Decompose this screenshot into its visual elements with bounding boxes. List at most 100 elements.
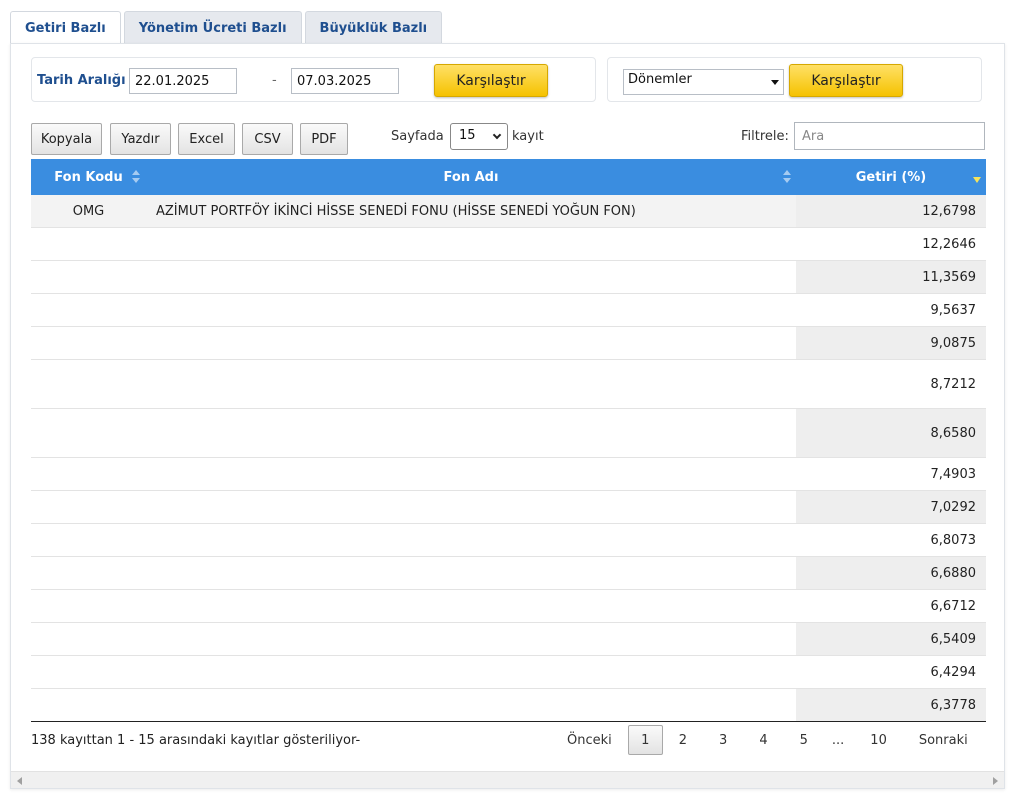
fund-code-cell bbox=[31, 409, 146, 457]
table-row[interactable]: 12,2646 bbox=[31, 228, 986, 261]
table-header: Fon Kodu Fon Adı Getiri (%) bbox=[31, 159, 986, 195]
fund-code-cell bbox=[31, 491, 146, 523]
date-range-box: Tarih Aralığı - Karşılaştır bbox=[31, 57, 596, 102]
page-size-suffix: kayıt bbox=[512, 129, 544, 144]
column-header-return[interactable]: Getiri (%) bbox=[796, 159, 986, 195]
fund-name-cell bbox=[156, 228, 796, 260]
fund-code-cell bbox=[31, 623, 146, 655]
tab-yonetim-ucreti-bazli[interactable]: Yönetim Ücreti Bazlı bbox=[123, 11, 302, 44]
fund-name-cell: AZİMUT PORTFÖY İKİNCİ HİSSE SENEDİ FONU … bbox=[156, 203, 636, 219]
return-cell: 8,6580 bbox=[796, 409, 986, 457]
fund-code-cell bbox=[31, 524, 146, 556]
fund-code-cell: OMG bbox=[72, 203, 105, 219]
page-4-button[interactable]: 4 bbox=[753, 733, 773, 748]
compare-period-button[interactable]: Karşılaştır bbox=[789, 64, 903, 97]
fund-code-cell bbox=[31, 360, 146, 408]
main-panel: Tarih Aralığı - Karşılaştır Dönemler Kar… bbox=[10, 43, 1005, 789]
fund-code-cell bbox=[31, 458, 146, 490]
page-1-button[interactable]: 1 bbox=[627, 725, 663, 755]
end-date-input[interactable] bbox=[291, 68, 399, 94]
table-row[interactable]: 6,5409 bbox=[31, 623, 986, 656]
return-cell: 8,7212 bbox=[930, 376, 977, 392]
table-row[interactable]: 11,3569 bbox=[31, 261, 986, 294]
table-row[interactable]: 7,0292 bbox=[31, 491, 986, 524]
excel-button[interactable]: Excel bbox=[178, 123, 235, 155]
pdf-button[interactable]: PDF bbox=[300, 123, 348, 155]
fund-name-cell bbox=[156, 409, 796, 457]
table-row[interactable]: OMG AZİMUT PORTFÖY İKİNCİ HİSSE SENEDİ F… bbox=[31, 195, 986, 228]
column-header-code[interactable]: Fon Kodu bbox=[31, 159, 146, 195]
table-info: 138 kayıttan 1 - 15 arasındaki kayıtlar … bbox=[31, 733, 361, 748]
page-10-button[interactable]: 10 bbox=[864, 733, 893, 748]
sort-icon bbox=[132, 170, 140, 184]
table-row[interactable]: 6,6880 bbox=[31, 557, 986, 590]
page-size-select[interactable]: 15 bbox=[450, 123, 508, 150]
return-cell: 12,6798 bbox=[796, 195, 986, 227]
compare-date-button[interactable]: Karşılaştır bbox=[434, 64, 548, 97]
period-select[interactable]: Dönemler bbox=[623, 69, 784, 95]
return-cell: 9,0875 bbox=[796, 327, 986, 359]
table-row[interactable]: 9,0875 bbox=[31, 327, 986, 360]
chevron-down-icon bbox=[492, 130, 502, 140]
pagination-ellipsis: ... bbox=[831, 732, 845, 748]
caret-down-icon bbox=[771, 80, 779, 85]
return-cell: 12,2646 bbox=[922, 236, 976, 252]
fund-code-cell bbox=[31, 261, 146, 293]
page-size-value: 15 bbox=[459, 128, 476, 143]
fund-name-cell bbox=[156, 557, 796, 589]
table-row[interactable]: 9,5637 bbox=[31, 294, 986, 327]
fund-name-cell bbox=[156, 623, 796, 655]
fund-name-cell bbox=[156, 656, 796, 688]
date-separator: - bbox=[272, 73, 277, 88]
fund-code-cell bbox=[31, 656, 146, 688]
table-row[interactable]: 6,8073 bbox=[31, 524, 986, 557]
return-cell: 7,4903 bbox=[930, 466, 977, 482]
csv-button[interactable]: CSV bbox=[242, 123, 293, 155]
table-row[interactable]: 6,6712 bbox=[31, 590, 986, 623]
fund-table: Fon Kodu Fon Adı Getiri (%) OMG AZİMUT P… bbox=[31, 159, 986, 722]
fund-name-cell bbox=[156, 524, 796, 556]
print-button[interactable]: Yazdır bbox=[110, 123, 171, 155]
scroll-left-icon[interactable] bbox=[17, 777, 22, 785]
scroll-right-icon[interactable] bbox=[993, 777, 998, 785]
previous-page-button[interactable]: Önceki bbox=[561, 733, 618, 748]
fund-code-cell bbox=[31, 689, 146, 721]
period-box: Dönemler Karşılaştır bbox=[607, 57, 982, 102]
fund-name-cell bbox=[156, 590, 796, 622]
page-size-prefix: Sayfada bbox=[391, 129, 444, 144]
table-body: OMG AZİMUT PORTFÖY İKİNCİ HİSSE SENEDİ F… bbox=[31, 195, 986, 722]
start-date-input[interactable] bbox=[129, 68, 237, 94]
search-input[interactable] bbox=[794, 122, 985, 150]
table-row[interactable]: 8,7212 bbox=[31, 360, 986, 409]
page-5-button[interactable]: 5 bbox=[794, 733, 814, 748]
sort-icon bbox=[783, 170, 791, 184]
column-header-code-label: Fon Kodu bbox=[54, 169, 123, 185]
return-cell: 6,6712 bbox=[930, 598, 977, 614]
table-row[interactable]: 8,6580 bbox=[31, 409, 986, 458]
copy-button[interactable]: Kopyala bbox=[31, 123, 102, 155]
fund-name-cell bbox=[156, 294, 796, 326]
column-header-name[interactable]: Fon Adı bbox=[146, 159, 796, 195]
tab-getiri-bazli[interactable]: Getiri Bazlı bbox=[10, 11, 121, 45]
tab-bar: Getiri Bazlı Yönetim Ücreti Bazlı Büyükl… bbox=[10, 11, 445, 45]
page-3-button[interactable]: 3 bbox=[713, 733, 733, 748]
table-row[interactable]: 6,3778 bbox=[31, 689, 986, 722]
table-row[interactable]: 7,4903 bbox=[31, 458, 986, 491]
pagination: Önceki 1 2 3 4 5 ... 10 Sonraki bbox=[561, 725, 974, 755]
fund-code-cell bbox=[31, 557, 146, 589]
tab-buyukluk-bazli[interactable]: Büyüklük Bazlı bbox=[304, 11, 443, 44]
return-cell: 6,3778 bbox=[796, 689, 986, 721]
table-row[interactable]: 6,4294 bbox=[31, 656, 986, 689]
fund-name-cell bbox=[156, 689, 796, 721]
date-range-label: Tarih Aralığı bbox=[37, 73, 126, 88]
fund-code-cell bbox=[31, 590, 146, 622]
return-cell: 6,8073 bbox=[930, 532, 977, 548]
period-select-value: Dönemler bbox=[628, 72, 692, 87]
return-cell: 6,4294 bbox=[930, 664, 977, 680]
fund-code-cell bbox=[31, 228, 146, 260]
page-2-button[interactable]: 2 bbox=[673, 733, 693, 748]
fund-name-cell bbox=[156, 327, 796, 359]
next-page-button[interactable]: Sonraki bbox=[913, 733, 974, 748]
column-header-name-label: Fon Adı bbox=[443, 169, 499, 185]
horizontal-scrollbar[interactable] bbox=[11, 771, 1004, 788]
